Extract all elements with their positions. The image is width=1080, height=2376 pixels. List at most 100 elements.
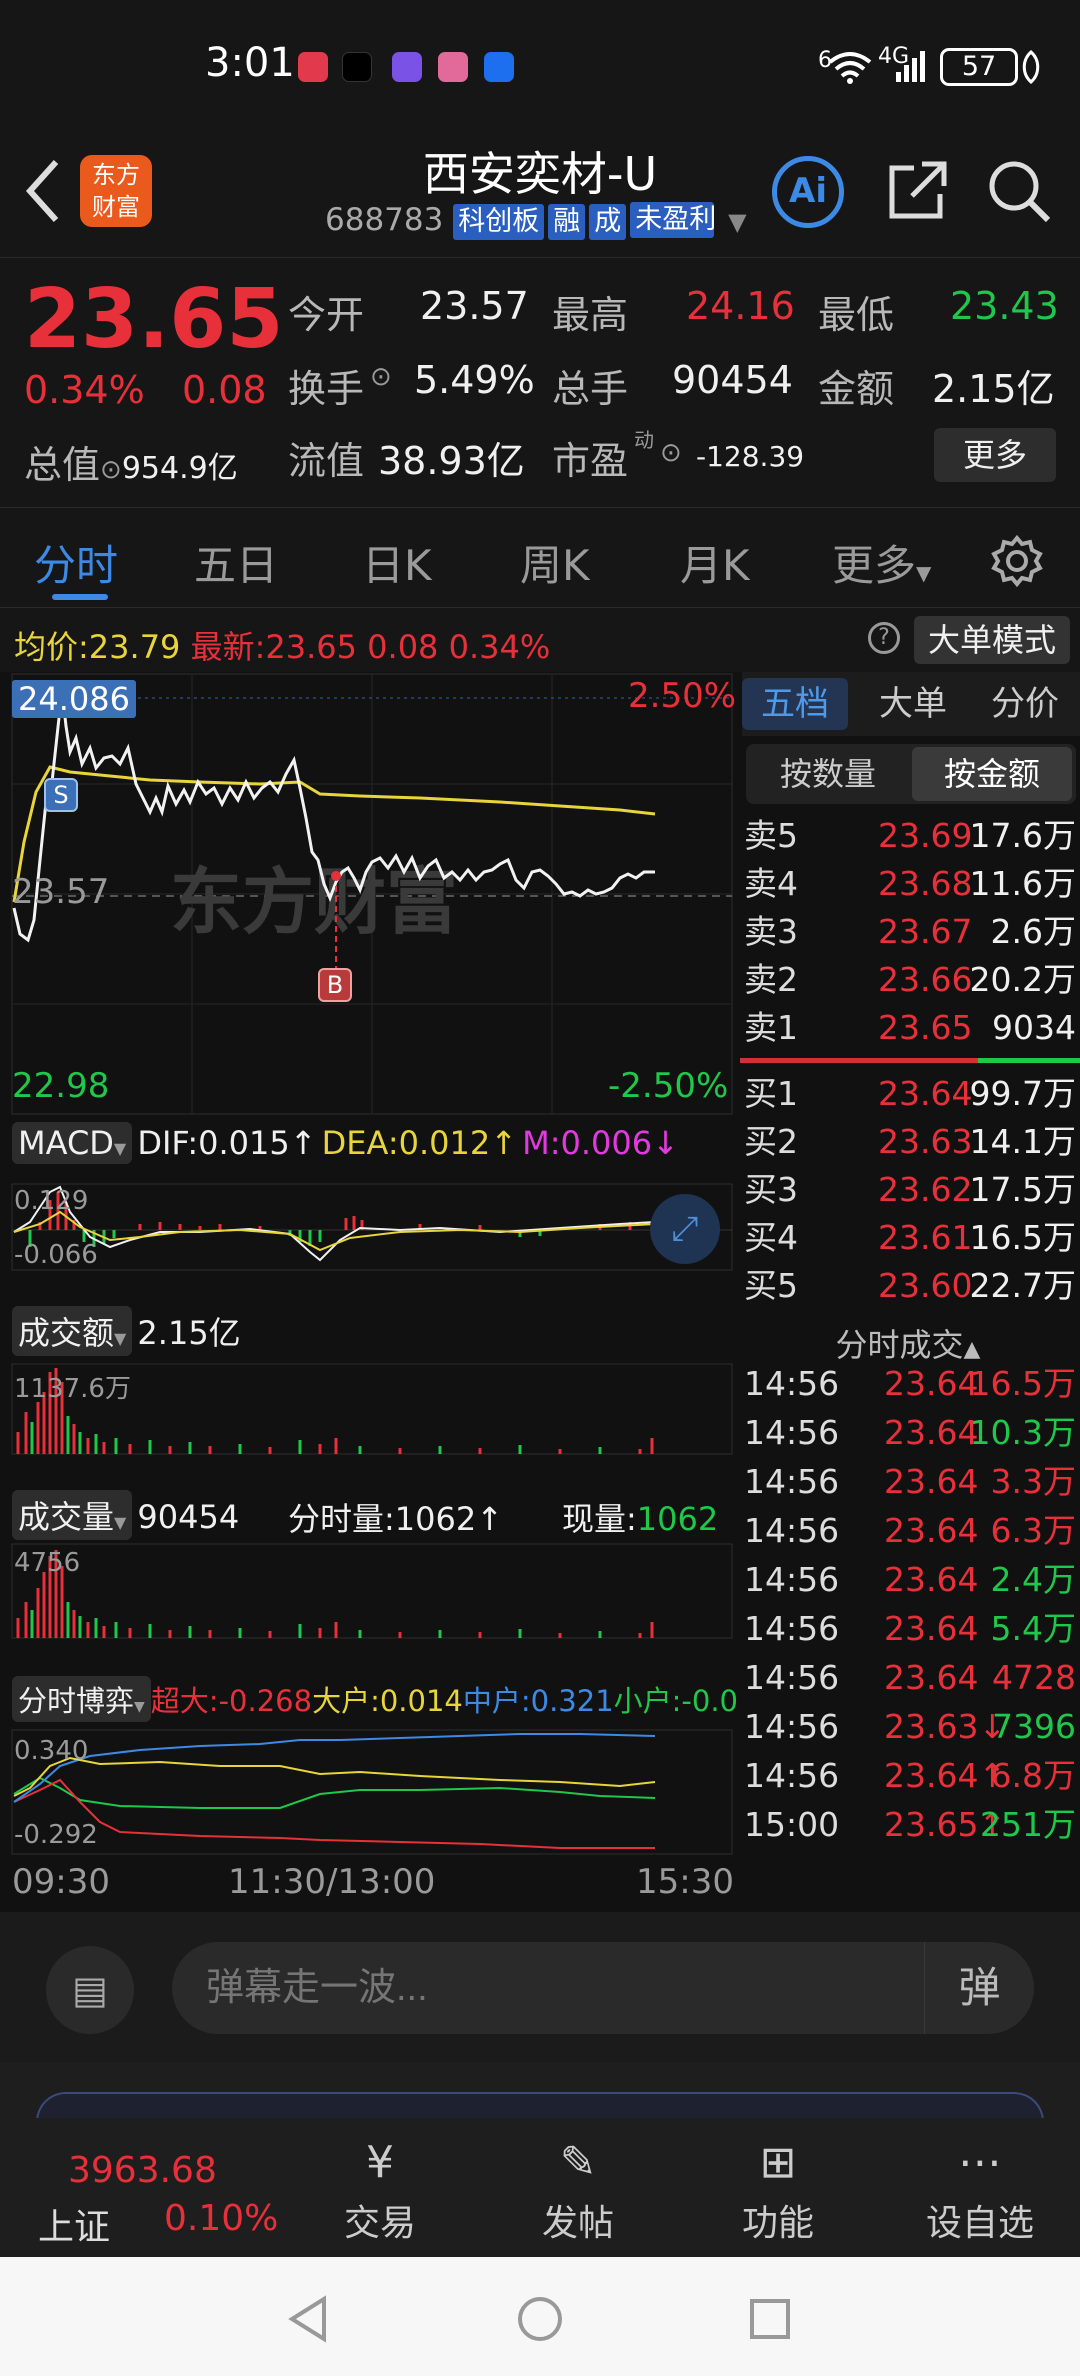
bids-price: 23.63 <box>878 1122 973 1161</box>
asks-row[interactable]: 卖5 23.69 17.6万 <box>744 812 1080 860</box>
ticks-label: 14:56 <box>744 1462 840 1501</box>
bids-row[interactable]: 买3 23.62 17.5万 <box>744 1166 1080 1214</box>
bids-price: 23.61 <box>878 1218 973 1257</box>
change-value: 0.08 <box>182 368 267 412</box>
index-name: 上证 <box>38 2207 111 2248</box>
nav-add-watchlist[interactable]: ⋯ 设自选 <box>910 2132 1050 2252</box>
buy-marker-icon[interactable]: B <box>318 968 352 1002</box>
asks-row[interactable]: 卖3 23.67 2.6万 <box>744 908 1080 956</box>
info-icon[interactable]: ⊙ <box>370 362 392 392</box>
ai-button[interactable]: Ai <box>772 156 844 228</box>
ticks-volume: 6.3万 <box>990 1511 1076 1550</box>
app-notif-icon <box>438 52 468 82</box>
big-order-mode-button[interactable]: 大单模式 <box>914 616 1070 664</box>
danmu-send-button[interactable]: 弹 <box>924 1942 1034 2034</box>
chart-canvas: 东方财富 <box>11 673 733 1855</box>
tab-big-orders[interactable]: 大单 <box>860 678 966 730</box>
ticks-volume: 6.8万 <box>990 1756 1076 1795</box>
super-large-line <box>13 1778 655 1849</box>
ticks-row[interactable]: 14:56 23.64 3.3万 <box>744 1458 1080 1506</box>
prev-close-label: 23.57 <box>12 872 110 912</box>
ticks-row[interactable]: 14:56 23.64 2.4万 <box>744 1556 1080 1604</box>
macd-select[interactable]: MACD▼ <box>12 1122 133 1164</box>
bids-row[interactable]: 买5 23.60 22.7万 <box>744 1262 1080 1310</box>
now-volume: 现量:1062 <box>562 1494 718 1540</box>
ticks-row[interactable]: 14:56 23.64↑ 6.8万 <box>744 1752 1080 1800</box>
latest-label: 最新: <box>190 628 266 666</box>
more-button[interactable]: 更多 <box>934 428 1056 482</box>
info-icon[interactable]: ⊙ <box>100 455 122 485</box>
high-price-tag: 24.086 <box>12 680 136 718</box>
ticks-label: 15:00 <box>744 1805 840 1844</box>
back-triangle-icon[interactable] <box>286 2295 330 2343</box>
stock-code: 688783 <box>325 202 444 238</box>
bids-row[interactable]: 买4 23.61 16.5万 <box>744 1214 1080 1262</box>
chevron-down-icon[interactable]: ▼ <box>728 208 746 236</box>
ticks-row[interactable]: 14:56 23.64 5.4万 <box>744 1605 1080 1653</box>
tab-more-label: 更多 <box>832 541 917 590</box>
ticks-label: 14:56 <box>744 1756 840 1795</box>
amount-label: 金额 <box>818 367 895 411</box>
last-price: 23.65 <box>24 272 284 367</box>
ticks-volume: 4728 <box>992 1658 1076 1697</box>
asks-volume: 17.6万 <box>969 816 1076 855</box>
asks-volume: 2.6万 <box>990 912 1076 951</box>
bids-row[interactable]: 买2 23.63 14.1万 <box>744 1118 1080 1166</box>
ticks-row[interactable]: 14:56 23.64 4728 <box>744 1654 1080 1702</box>
ticks-volume: 7396 <box>992 1707 1076 1746</box>
asks-label: 卖4 <box>744 864 798 903</box>
comment-bar: ▤ 弹 <box>0 1912 1080 2062</box>
volume-select[interactable]: 成交量▼ <box>12 1490 133 1540</box>
tag-rong: 融 <box>548 204 586 240</box>
bids-label: 买5 <box>744 1266 798 1305</box>
tab-intraday[interactable]: 分时 <box>34 532 118 593</box>
macd-dif: DIF:0.015↑ <box>137 1124 317 1162</box>
share-icon[interactable] <box>882 156 952 226</box>
nav-post[interactable]: ✎ 发帖 <box>518 2132 638 2252</box>
asks-row[interactable]: 卖2 23.66 20.2万 <box>744 956 1080 1004</box>
home-circle-icon[interactable] <box>516 2295 564 2343</box>
ticks-row[interactable]: 14:56 23.64 10.3万 <box>744 1409 1080 1457</box>
bids-row[interactable]: 买1 23.64 99.7万 <box>744 1070 1080 1118</box>
toggle-by-amount[interactable]: 按金额 <box>912 747 1072 801</box>
game-select[interactable]: 分时博弈▼ <box>12 1676 151 1722</box>
ticks-row[interactable]: 14:56 23.64 6.3万 <box>744 1507 1080 1555</box>
asks-price: 23.68 <box>878 864 973 903</box>
index-widget[interactable]: 3963.68 上证 0.10% <box>20 2132 280 2252</box>
nav-trade[interactable]: ¥ 交易 <box>320 2132 440 2252</box>
amount-max-label: 1137.6万 <box>14 1374 131 1404</box>
ticks-price: 23.64 <box>884 1413 979 1452</box>
search-icon[interactable] <box>984 156 1054 226</box>
sell-marker-icon[interactable]: S <box>44 778 78 812</box>
ticks-row[interactable]: 14:56 23.64 16.5万 <box>744 1360 1080 1408</box>
amount-select[interactable]: 成交额▼ <box>12 1306 133 1356</box>
danmu-input-wrap: 弹 <box>172 1942 1034 2034</box>
game-top-label: 0.340 <box>14 1736 89 1766</box>
asks-row[interactable]: 卖1 23.65 9034 <box>744 1004 1080 1052</box>
toggle-by-volume[interactable]: 按数量 <box>746 744 910 804</box>
ticks-row[interactable]: 14:56 23.63↓ 7396 <box>744 1703 1080 1751</box>
tab-weekly-k[interactable]: 周K <box>520 532 590 593</box>
ticks-row[interactable]: 15:00 23.65↑ 251万 <box>744 1801 1080 1849</box>
danmu-input[interactable] <box>206 1958 846 2018</box>
tab-more[interactable]: 更多▼ <box>832 532 931 593</box>
tab-five-levels[interactable]: 五档 <box>742 678 848 730</box>
tab-daily-k[interactable]: 日K <box>362 532 432 593</box>
now-volume-label: 现量: <box>562 1500 637 1538</box>
recents-square-icon[interactable] <box>748 2297 792 2341</box>
bids-volume: 16.5万 <box>969 1218 1076 1257</box>
nav-functions[interactable]: ⊞ 功能 <box>718 2132 838 2252</box>
settings-gear-icon[interactable] <box>990 534 1044 588</box>
expand-icon[interactable]: ⤢ <box>650 1194 720 1264</box>
nav-functions-label: 功能 <box>741 2203 814 2244</box>
help-icon[interactable]: ? <box>868 622 900 654</box>
info-icon[interactable]: ⊙ <box>660 438 682 468</box>
tab-price-dist[interactable]: 分价 <box>972 678 1078 730</box>
tab-5day[interactable]: 五日 <box>194 532 278 593</box>
ticks-label: 14:56 <box>744 1707 840 1746</box>
note-settings-icon[interactable]: ▤ <box>46 1946 134 2034</box>
asks-row[interactable]: 卖4 23.68 11.6万 <box>744 860 1080 908</box>
tiktok-icon <box>342 52 372 82</box>
asks-label: 卖1 <box>744 1008 798 1047</box>
tab-monthly-k[interactable]: 月K <box>680 532 750 593</box>
